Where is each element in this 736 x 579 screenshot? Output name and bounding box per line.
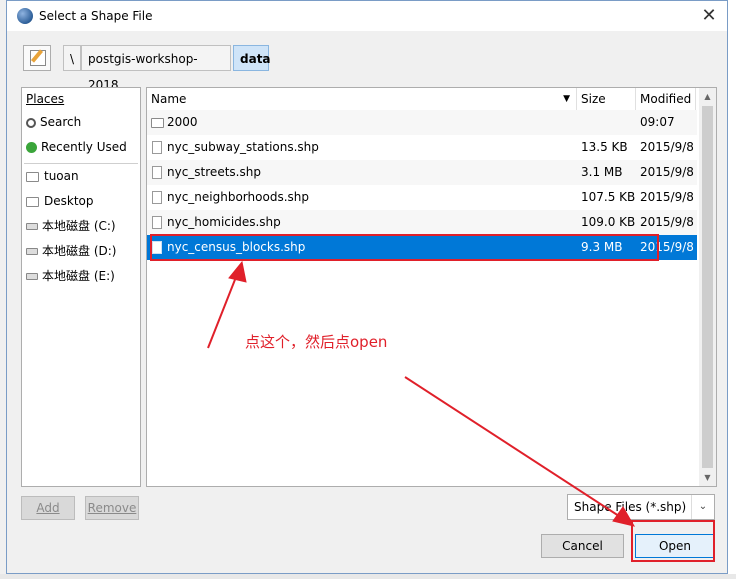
annotation-arrows [207,260,636,527]
arrow-to-selected-file [207,260,247,349]
arrow-to-open-button [404,376,636,527]
